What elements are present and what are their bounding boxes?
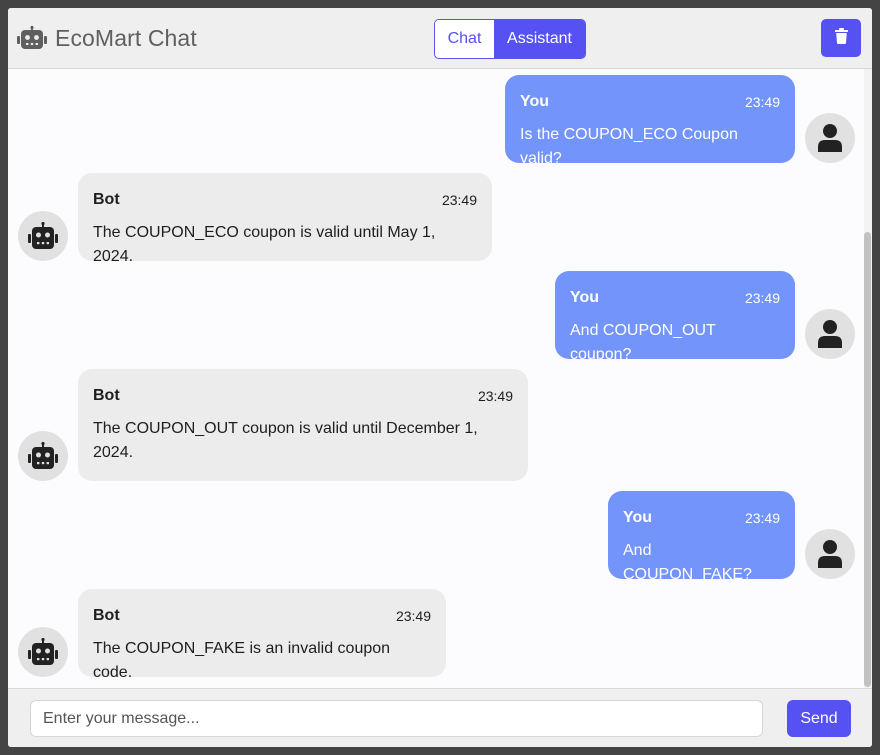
- bot-avatar: [18, 431, 68, 481]
- message-text: The COUPON_FAKE is an invalid coupon cod…: [93, 640, 391, 681]
- mode-toggle: Chat Assistant: [434, 19, 586, 59]
- brand: EcoMart Chat: [17, 23, 197, 53]
- app-title: EcoMart Chat: [55, 24, 197, 51]
- message-text: Is the COUPON_ECO Coupon valid?: [520, 126, 738, 167]
- message-list[interactable]: You 23:49 Is the COUPON_ECO Coupon valid…: [8, 69, 872, 688]
- scrollbar-thumb[interactable]: [864, 232, 871, 687]
- message-text: And COUPON_FAKE?: [623, 542, 752, 583]
- message-user: You 23:49 And COUPON_OUT coupon?: [8, 269, 872, 369]
- message-text: The COUPON_OUT coupon is valid until Dec…: [93, 420, 478, 461]
- message-time: 23:49: [395, 608, 431, 624]
- message-bubble: Bot 23:49 The COUPON_ECO coupon is valid…: [78, 173, 492, 265]
- message-time: 23:49: [744, 290, 780, 306]
- message-time: 23:49: [744, 94, 780, 110]
- message-input[interactable]: [30, 700, 763, 737]
- robot-icon: [28, 442, 58, 469]
- bot-avatar: [18, 211, 68, 261]
- message-bubble: Bot 23:49 The COUPON_FAKE is an invalid …: [78, 589, 446, 681]
- trash-icon: [834, 27, 848, 49]
- robot-icon: [17, 26, 47, 50]
- message-author: Bot: [93, 607, 120, 624]
- user-avatar: [805, 529, 855, 579]
- bot-avatar: [18, 627, 68, 677]
- message-time: 23:49: [744, 510, 780, 526]
- message-bot: Bot 23:49 The COUPON_OUT coupon is valid…: [8, 369, 872, 489]
- robot-icon: [28, 222, 58, 249]
- message-bot: Bot 23:49 The COUPON_ECO coupon is valid…: [8, 169, 872, 269]
- message-bubble: You 23:49 Is the COUPON_ECO Coupon valid…: [505, 75, 795, 167]
- message-text: The COUPON_ECO coupon is valid until May…: [93, 224, 436, 265]
- message-bubble: You 23:49 And COUPON_OUT coupon?: [555, 271, 795, 363]
- robot-icon: [28, 638, 58, 665]
- message-bubble: Bot 23:49 The COUPON_OUT coupon is valid…: [78, 369, 528, 481]
- message-text: And COUPON_OUT coupon?: [570, 322, 716, 363]
- message-author: You: [570, 289, 600, 306]
- message-user: You 23:49 And COUPON_FAKE?: [8, 489, 872, 589]
- user-icon: [818, 124, 842, 152]
- message-author: You: [623, 509, 653, 526]
- header-bar: EcoMart Chat Chat Assistant: [8, 8, 872, 69]
- clear-chat-button[interactable]: [821, 19, 861, 57]
- message-author: Bot: [93, 191, 120, 208]
- composer-bar: Send: [8, 688, 872, 747]
- tab-assistant[interactable]: Assistant: [494, 20, 585, 58]
- message-bot: Bot 23:49 The COUPON_FAKE is an invalid …: [8, 589, 872, 688]
- message-time: 23:49: [441, 192, 477, 208]
- message-author: You: [520, 93, 550, 110]
- user-icon: [818, 540, 842, 568]
- send-button[interactable]: Send: [787, 700, 851, 737]
- user-icon: [818, 320, 842, 348]
- tab-chat[interactable]: Chat: [435, 20, 494, 58]
- user-avatar: [805, 309, 855, 359]
- user-avatar: [805, 113, 855, 163]
- message-bubble: You 23:49 And COUPON_FAKE?: [608, 491, 795, 583]
- chat-window: EcoMart Chat Chat Assistant You 23:49 Is…: [8, 8, 872, 747]
- message-time: 23:49: [477, 388, 513, 404]
- message-user: You 23:49 Is the COUPON_ECO Coupon valid…: [8, 69, 872, 169]
- message-author: Bot: [93, 387, 120, 404]
